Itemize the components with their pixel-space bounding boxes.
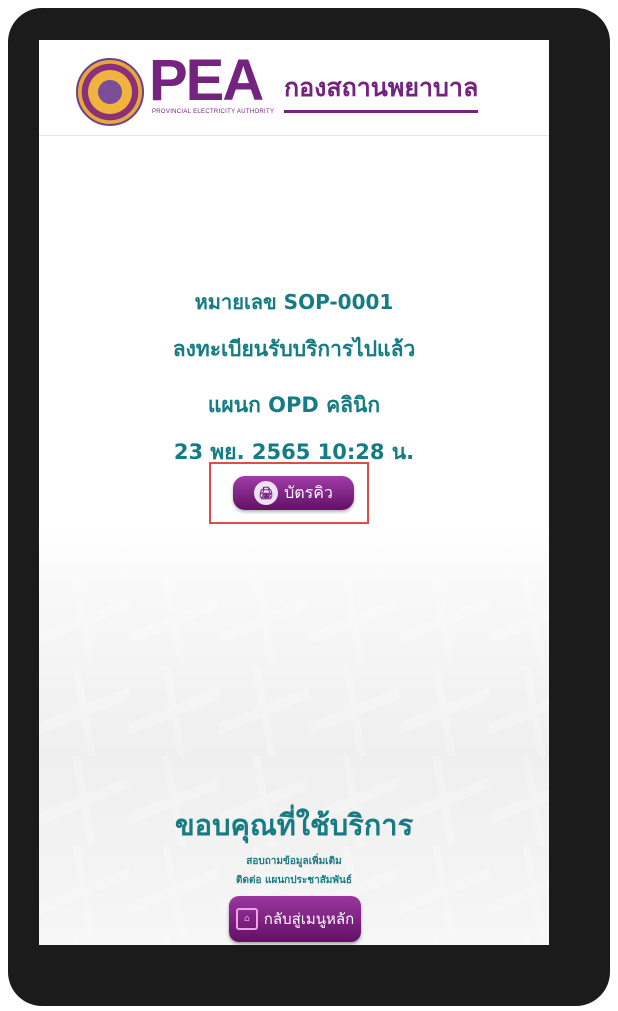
pea-seal-logo [76, 58, 144, 126]
back-to-main-menu-button[interactable]: ⌂ กลับสู่เมนูหลัก [229, 896, 361, 942]
printer-icon: 🖨 [254, 481, 279, 505]
registration-status: ลงทะเบียนรับบริการไปแล้ว [172, 337, 416, 361]
thank-you-message: ขอบคุณที่ใช้บริการ [174, 808, 414, 842]
pea-logo-subtitle: PROVINCIAL ELECTRICITY AUTHORITY [152, 109, 275, 115]
app-header: PEA PROVINCIAL ELECTRICITY AUTHORITY กอง… [39, 40, 549, 136]
contact-info-1: สอบถามข้อมูลเพิ่มเติม [246, 856, 342, 867]
department: แผนก OPD คลินิก [207, 393, 381, 417]
queue-ticket-label: บัตรคิว [284, 482, 333, 502]
app-screen: PEA PROVINCIAL ELECTRICITY AUTHORITY กอง… [39, 40, 549, 945]
background-pattern [39, 576, 549, 945]
main-content: หมายเลข SOP-0001 ลงทะเบียนรับบริการไปแล้… [39, 136, 549, 945]
header-title: กองสถานพยาบาล [284, 68, 479, 113]
home-icon: ⌂ [235, 908, 258, 930]
pea-logo-text: PEA [149, 48, 264, 113]
contact-info-2: ติดต่อ แผนกประชาสัมพันธ์ [236, 875, 352, 886]
queue-number: หมายเลข SOP-0001 [194, 290, 394, 314]
queue-ticket-button[interactable]: 🖨 บัตรคิว [233, 476, 354, 510]
back-to-main-menu-label: กลับสู่เมนูหลัก [263, 910, 355, 928]
